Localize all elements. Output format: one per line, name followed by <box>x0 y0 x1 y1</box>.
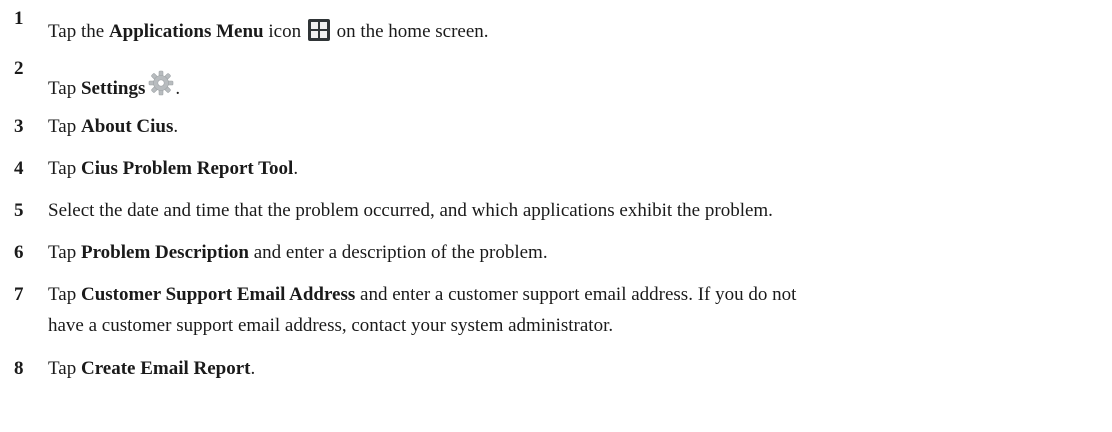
step-number: 7 <box>14 284 24 305</box>
step-number: 4 <box>14 158 24 179</box>
procedure-steps: 1 Tap the Applications Menu icon on the … <box>14 8 797 379</box>
step-number: 1 <box>14 8 24 29</box>
ui-term: About Cius <box>80 116 174 137</box>
step-number: 2 <box>14 58 24 79</box>
ui-term: Create Email Report <box>80 358 251 379</box>
settings-gear-icon <box>149 70 174 96</box>
step-number: 5 <box>14 200 24 221</box>
ui-term: Problem Description <box>80 242 249 263</box>
ui-term: Cius Problem Report Tool <box>80 158 294 179</box>
step-number: 6 <box>14 242 24 263</box>
applications-menu-grid-icon <box>307 19 330 41</box>
ui-term: Settings <box>80 78 146 99</box>
ui-term: Applications Menu <box>108 21 264 42</box>
step-number: 8 <box>14 358 24 379</box>
ui-term: Customer Support Email Address <box>80 284 356 305</box>
step-number: 3 <box>14 116 24 137</box>
